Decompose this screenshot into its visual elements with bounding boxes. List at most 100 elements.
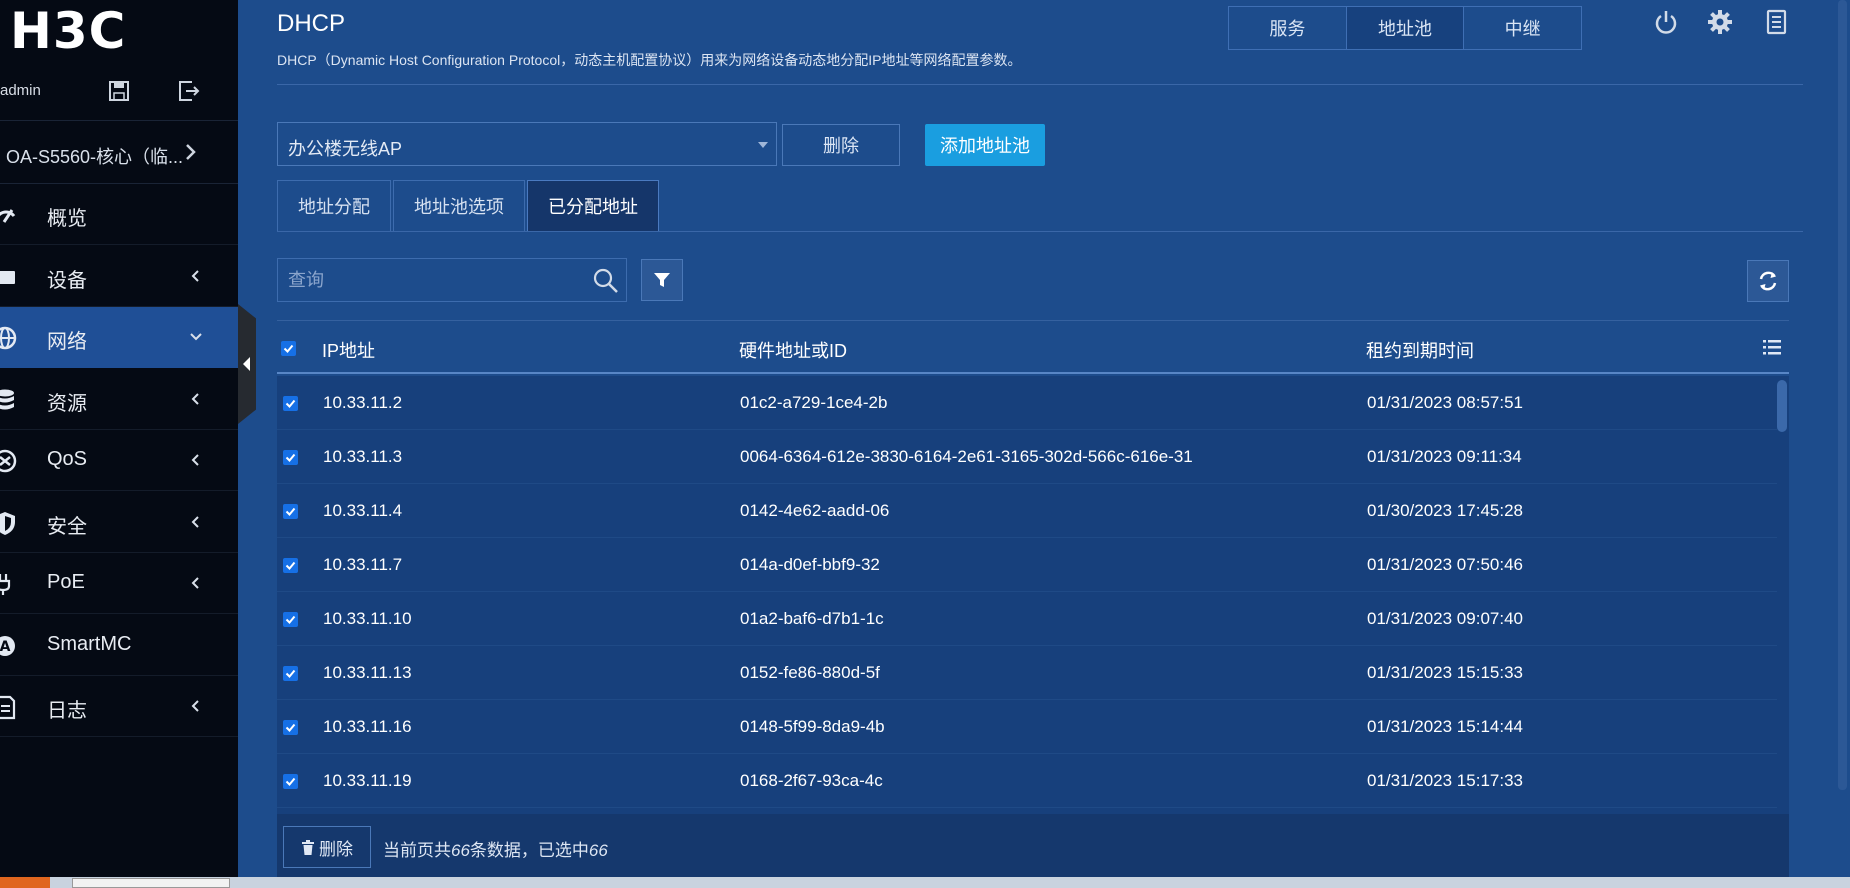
subtab-divider [277,231,1803,232]
cell-mac: 01a2-baf6-d7b1-1c [740,609,884,628]
column-header-lease[interactable]: 租约到期时间 [1366,337,1474,363]
row-checkbox[interactable] [283,612,298,627]
table-scrollbar-track[interactable] [1777,376,1789,814]
table-footer: 删除 当前页共66条数据，已选中66 [277,814,1789,877]
add-pool-button[interactable]: 添加地址池 [925,124,1045,166]
cell-ip: 10.33.11.19 [323,771,412,790]
row-checkbox[interactable] [283,774,298,789]
page-scrollbar[interactable] [1838,0,1847,790]
table-scrollbar-thumb[interactable] [1777,380,1787,432]
cell-lease: 01/31/2023 15:17:33 [1367,771,1523,790]
table-row[interactable]: 10.33.11.16 0148-5f99-8da9-4b 01/31/2023 1… [277,700,1777,754]
table-row[interactable]: 10.33.11.10 01a2-baf6-d7b1-1c 01/31/2023 0… [277,592,1777,646]
save-icon[interactable] [106,78,132,104]
cell-lease: 01/31/2023 15:15:33 [1367,663,1523,682]
chevron-left-icon [191,454,199,466]
sidebar-item-label: QoS [47,448,88,470]
table-row[interactable]: 10.33.11.3 0064-6364-612e-3830-6164-2e61-… [277,430,1777,484]
table-row[interactable]: 10.33.11.13 0152-fe86-880d-5f 01/31/2023 1… [277,646,1777,700]
page-title: DHCP [277,10,346,37]
cell-lease: 01/31/2023 07:50:46 [1367,555,1523,574]
manual-icon[interactable] [1762,8,1790,36]
total-count: 66 [451,841,470,860]
sidebar-item-8[interactable]: 日志 [0,676,238,737]
sidebar: H3C admin OA-S5560-核心（临... 概览 设备 网络 资源 QoS 安全… [0,0,238,877]
address-pool-selected-value: 办公楼无线AP [288,139,403,159]
column-header-ip[interactable]: IP地址 [322,337,375,363]
sidebar-item-5[interactable]: 安全 [0,492,238,553]
search-input[interactable] [278,259,578,301]
row-checkbox[interactable] [283,720,298,735]
sidebar-item-label: SmartMC [47,632,132,655]
chevron-left-icon [191,515,199,528]
taskbar-app-button[interactable] [72,878,230,888]
search-icon[interactable] [592,267,620,295]
tab-address-pool[interactable]: 地址池 [1346,7,1465,49]
delete-pool-button[interactable]: 删除 [782,124,900,166]
start-button[interactable] [0,877,50,888]
table-row[interactable]: 10.33.11.2 01c2-a729-1ce4-2b 01/31/2023 08… [277,376,1777,430]
table-body: 10.33.11.2 01c2-a729-1ce4-2b 01/31/2023 08… [277,376,1777,814]
tab-pool-options[interactable]: 地址池选项 [393,180,525,231]
cell-mac: 0142-4e62-aadd-06 [740,501,890,520]
sidebar-item-label: 日志 [47,700,87,722]
table-header: IP地址 硬件地址或ID 租约到期时间 [277,324,1789,374]
check-icon [285,669,296,678]
row-checkbox[interactable] [283,450,298,465]
h3c-logo: H3C [10,2,127,60]
cell-mac: 0064-6364-612e-3830-6164-2e61-3165-302d-… [740,447,1193,466]
cell-lease: 01/31/2023 08:57:51 [1367,393,1523,412]
trash-icon [302,839,314,855]
tab-allocated-addresses[interactable]: 已分配地址 [527,180,659,231]
page-description: DHCP（Dynamic Host Configuration Protocol… [277,52,1022,68]
poe-icon [0,574,11,595]
filter-button[interactable] [641,259,683,301]
tab-service[interactable]: 服务 [1229,7,1347,49]
row-checkbox[interactable] [283,504,298,519]
row-checkbox[interactable] [283,396,298,411]
status-middle: 条数据，已选中 [469,841,589,860]
table-row[interactable]: 10.33.11.7 014a-d0ef-bbf9-32 01/31/2023 07… [277,538,1777,592]
tab-address-allocation[interactable]: 地址分配 [277,180,391,231]
sidebar-item-3[interactable]: 资源 [0,369,238,430]
refresh-button[interactable] [1747,260,1789,302]
device-selector[interactable]: OA-S5560-核心（临... [0,120,238,184]
top-tab-bar: 服务 地址池 中继 [1228,6,1582,50]
check-icon [283,344,294,353]
table-top-divider [277,320,1789,321]
logout-icon[interactable] [176,78,202,104]
log-icon [0,695,16,720]
sidebar-item-4[interactable]: QoS [0,430,238,491]
row-checkbox[interactable] [283,666,298,681]
check-icon [285,723,296,732]
sidebar-item-label: PoE [47,571,85,593]
sidebar-item-2[interactable]: 网络 [0,307,238,368]
sidebar-item-6[interactable]: PoE [0,553,238,614]
device-name: OA-S5560-核心（临... [6,147,184,167]
sidebar-item-7[interactable]: A SmartMC [0,615,238,676]
sidebar-collapse-toggle[interactable] [238,304,256,424]
check-icon [285,507,296,516]
gear-icon[interactable] [1706,8,1734,36]
column-settings-icon[interactable] [1761,336,1783,358]
row-checkbox[interactable] [283,558,298,573]
table-row[interactable]: 10.33.11.4 0142-4e62-aadd-06 01/30/2023 17… [277,484,1777,538]
shield-icon [0,511,15,535]
check-icon [285,777,296,786]
caret-left-icon [243,357,250,371]
sidebar-item-label: 安全 [47,515,87,538]
table-row[interactable]: 10.33.11.19 0168-2f67-93ca-4c 01/31/2023 1… [277,754,1777,808]
cell-mac: 0152-fe86-880d-5f [740,663,880,682]
tab-relay[interactable]: 中继 [1464,7,1581,49]
column-header-mac[interactable]: 硬件地址或ID [739,337,847,363]
status-prefix: 当前页共 [383,841,451,860]
cell-mac: 0148-5f99-8da9-4b [740,717,885,736]
select-all-checkbox[interactable] [281,341,296,356]
search-box [277,258,627,302]
sidebar-item-1[interactable]: 设备 [0,246,238,307]
sidebar-item-0[interactable]: 概览 [0,184,238,245]
delete-selected-button[interactable]: 删除 [283,826,371,868]
address-pool-select[interactable]: 办公楼无线AP [277,122,777,166]
check-icon [285,399,296,408]
power-icon[interactable] [1652,8,1680,36]
